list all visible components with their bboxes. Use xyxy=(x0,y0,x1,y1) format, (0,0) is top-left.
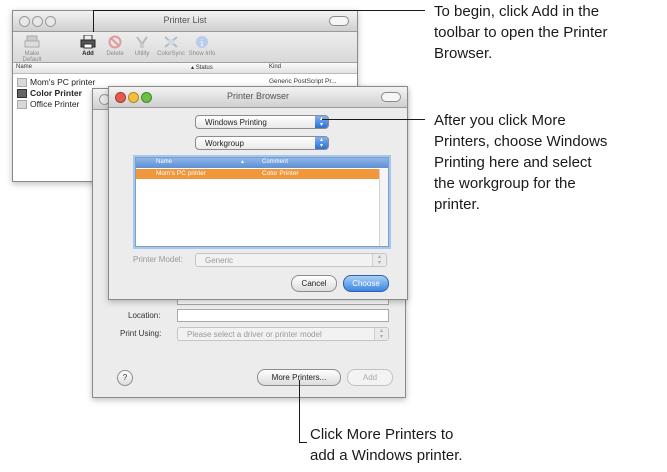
sort-indicator-icon: ▲ xyxy=(240,159,245,165)
colorsync-icon xyxy=(164,36,178,48)
make-default-button[interactable]: Make Default xyxy=(15,35,49,63)
delete-icon xyxy=(108,35,122,49)
toolbar-toggle-button[interactable] xyxy=(381,92,401,102)
workgroup-popup[interactable]: Workgroup ▴ ▾ xyxy=(195,136,329,150)
choose-button[interactable]: Choose xyxy=(343,275,389,292)
name-column-header[interactable]: Name xyxy=(16,64,32,70)
location-field[interactable] xyxy=(177,309,389,322)
callout-more-printers-instruction: Click More Printers to add a Windows pri… xyxy=(310,426,463,464)
printer-table: Name ▲ Comment Mom's PC printer Color Pr… xyxy=(135,157,389,247)
callout-line-bottom-vertical xyxy=(299,380,300,442)
comment-column-header[interactable]: Comment xyxy=(262,159,288,165)
list-item[interactable]: Mom's PC printer xyxy=(17,77,95,88)
printer-icon xyxy=(17,89,27,99)
show-info-button[interactable]: i Show Info xyxy=(185,35,219,57)
add-button-disabled[interactable]: Add xyxy=(347,369,393,386)
printer-list-titlebar: Printer List xyxy=(13,11,357,32)
printer-table-header: Name ▲ Comment xyxy=(136,158,388,168)
callout-line-top-horizontal xyxy=(93,10,425,11)
make-default-icon xyxy=(24,35,40,48)
printer-list-toolbar: Make Default Add Delete Utility ColorSyn… xyxy=(13,32,357,63)
colorsync-button[interactable]: ColorSync xyxy=(154,35,188,57)
printer-browser-titlebar: Printer Browser xyxy=(109,87,407,108)
printer-kind: Generic PostScript Pr... xyxy=(269,78,337,85)
printer-model-label: Printer Model: xyxy=(133,255,183,264)
window-title: Printer Browser xyxy=(226,91,289,101)
popup-arrows-icon: ▴▾ xyxy=(374,328,388,340)
connection-type-popup[interactable]: Windows Printing ▴▾ xyxy=(195,115,329,129)
callout-windows-printing-instruction: After you click More Printers, choose Wi… xyxy=(434,112,608,213)
list-item[interactable]: Color Printer xyxy=(17,88,82,99)
table-row[interactable]: Mom's PC printer Color Printer xyxy=(136,169,388,179)
print-using-label: Print Using: xyxy=(120,329,162,338)
printer-icon xyxy=(17,78,27,88)
popup-arrows-icon: ▴▾ xyxy=(315,116,328,128)
printer-icon xyxy=(17,100,27,110)
location-label: Location: xyxy=(128,311,161,320)
utility-icon xyxy=(136,36,148,48)
print-using-popup[interactable]: Please select a driver or printer model … xyxy=(177,327,389,341)
popup-arrows-icon: ▴▾ xyxy=(315,137,328,149)
printer-list-column-header: Name ▴ Status Kind xyxy=(13,63,357,74)
name-column-header[interactable]: Name xyxy=(156,159,172,165)
callout-line-bottom-horizontal xyxy=(299,442,307,443)
svg-text:i: i xyxy=(201,39,204,49)
list-item[interactable]: Office Printer xyxy=(17,99,79,110)
add-printer-icon xyxy=(80,35,96,49)
callout-line-top-vertical xyxy=(93,10,94,32)
callout-add-instruction: To begin, click Add in the toolbar to op… xyxy=(434,3,608,62)
callout-line-middle xyxy=(322,119,425,120)
window-title: Printer List xyxy=(163,15,207,25)
info-icon: i xyxy=(196,36,208,49)
kind-column-header[interactable]: Kind xyxy=(269,64,281,70)
printer-model-popup[interactable]: Generic ▴ ▾ xyxy=(195,253,387,267)
table-scrollbar[interactable] xyxy=(379,169,388,246)
status-column-header[interactable]: ▴ Status xyxy=(191,64,213,71)
toolbar-toggle-button[interactable] xyxy=(329,16,349,26)
popup-arrows-icon: ▴▾ xyxy=(372,254,386,266)
cancel-button[interactable]: Cancel xyxy=(291,275,337,292)
help-button[interactable]: ? xyxy=(117,370,133,386)
